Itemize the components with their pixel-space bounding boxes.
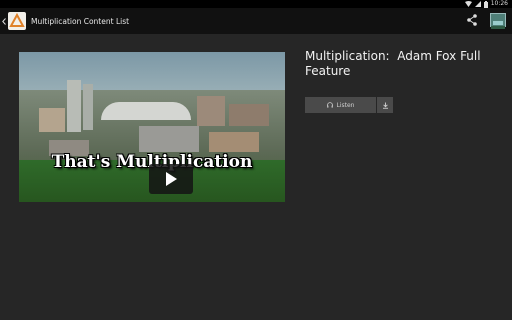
listen-button[interactable]: Listen <box>305 97 376 113</box>
play-icon <box>166 172 177 186</box>
share-icon[interactable] <box>466 13 478 27</box>
listen-label: Listen <box>336 101 355 109</box>
status-bar: 10:26 <box>0 0 512 8</box>
status-time: 10:26 <box>490 0 508 7</box>
headphones-icon <box>326 102 333 108</box>
status-icons: 10:26 <box>464 0 508 8</box>
action-bar: Multiplication Content List <box>0 8 512 34</box>
back-icon[interactable] <box>0 8 8 34</box>
video-player[interactable]: That's Multiplication <box>19 52 285 202</box>
battery-icon <box>483 0 488 8</box>
signal-icon <box>474 1 481 7</box>
app-logo[interactable] <box>8 12 26 30</box>
download-icon <box>382 102 388 109</box>
play-button[interactable] <box>149 164 193 194</box>
page-title: Multiplication Content List <box>31 16 130 26</box>
thumbnail-icon[interactable] <box>490 13 506 29</box>
episode-title: Multiplication: Adam Fox Full Feature <box>305 49 485 78</box>
wifi-icon <box>464 1 472 7</box>
download-button[interactable] <box>377 97 393 113</box>
